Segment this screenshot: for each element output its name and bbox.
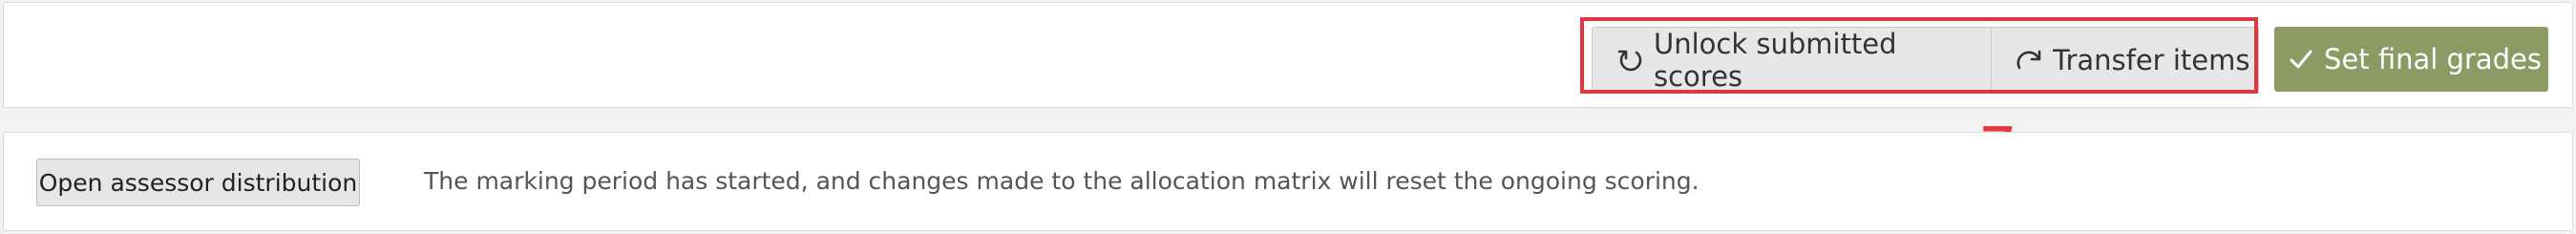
final-button-label: Set final grades [2324, 43, 2542, 75]
info-panel: Open assessor distribution The marking p… [3, 132, 2573, 231]
transfer-items-button[interactable]: Transfer items [1992, 28, 2258, 93]
set-final-grades-button[interactable]: Set final grades [2274, 27, 2548, 92]
toolbar-panel: Unlock submitted scores Transfer items S… [3, 2, 2573, 108]
checkmark-icon [2290, 50, 2312, 69]
toolbar-button-group: Unlock submitted scores Transfer items [1592, 27, 2259, 94]
unlock-rotate-icon [1617, 50, 1642, 72]
redo-arrow-icon [2016, 50, 2041, 70]
unlock-submitted-scores-button[interactable]: Unlock submitted scores [1593, 28, 1992, 93]
marking-period-message: The marking period has started, and chan… [424, 167, 1700, 195]
transfer-button-label: Transfer items [2053, 44, 2250, 76]
open-assessor-distribution-button[interactable]: Open assessor distribution [36, 159, 360, 206]
page: Unlock submitted scores Transfer items S… [0, 0, 2576, 234]
unlock-button-label: Unlock submitted scores [1654, 28, 1897, 93]
